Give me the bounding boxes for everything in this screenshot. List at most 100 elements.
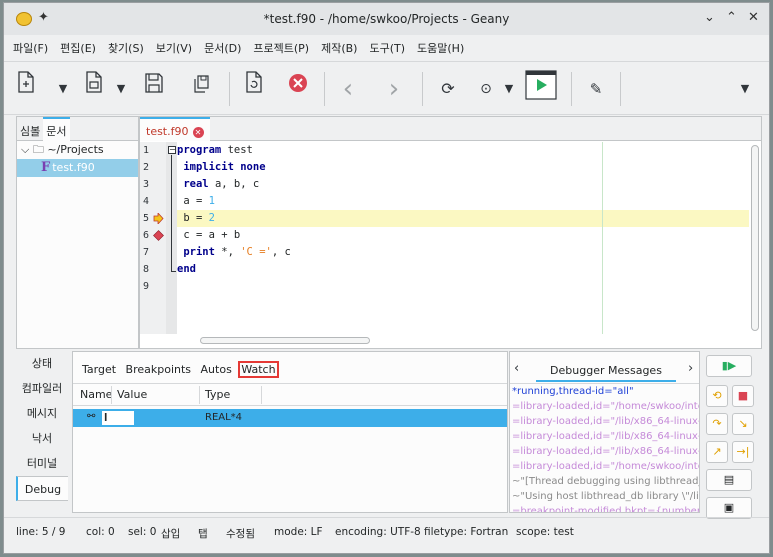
menu-file[interactable]: 파일(F): [7, 35, 54, 56]
file-label: test.f90: [52, 161, 95, 174]
tree-folder-projects[interactable]: ⌵ 🗀 ~/Projects: [17, 141, 138, 159]
debugger-message-line: =library-loaded,id="/home/swkoo/intel/c: [512, 401, 700, 412]
save-icon[interactable]: [142, 70, 166, 108]
run-icon[interactable]: [524, 70, 558, 108]
close-window-icon[interactable]: ✕: [748, 10, 759, 25]
fold-toggle-icon[interactable]: −: [168, 146, 176, 154]
debug-panel: Target Breakpoints Autos Watch Name Valu…: [72, 351, 508, 513]
column-name[interactable]: Name: [80, 388, 112, 401]
menu-project[interactable]: 프로젝트(P): [247, 35, 315, 56]
tab-target[interactable]: Target: [79, 363, 119, 376]
tab-breakpoints[interactable]: Breakpoints: [123, 363, 195, 376]
folder-label: ~/Projects: [47, 143, 104, 156]
menu-help[interactable]: 도움말(H): [411, 35, 470, 56]
debug-panel-icon[interactable]: ▤: [706, 469, 752, 491]
tab-documents[interactable]: 문서: [43, 117, 70, 141]
code-line[interactable]: program test: [177, 142, 749, 159]
editor-tabs: test.f90 ✕: [140, 117, 761, 141]
sidebar: 심볼 문서 ⌵ 🗀 ~/Projects Ftest.f90: [16, 116, 139, 349]
tree-file-test-f90[interactable]: Ftest.f90: [17, 159, 138, 177]
forward-icon[interactable]: ›: [382, 70, 406, 108]
chevron-down-icon[interactable]: ▼: [502, 70, 516, 108]
toolbar-separator: [620, 72, 621, 106]
menu-view[interactable]: 보기(V): [150, 35, 198, 56]
color-picker-icon[interactable]: ✎: [584, 70, 608, 108]
debug-terminal-icon[interactable]: ▣: [706, 497, 752, 519]
minimize-icon[interactable]: ⌄: [704, 10, 715, 25]
menu-build[interactable]: 제작(B): [315, 35, 363, 56]
maximize-icon[interactable]: ⌃: [726, 10, 737, 25]
breakpoint-icon[interactable]: [153, 230, 164, 241]
code-line[interactable]: c = a + b: [177, 227, 749, 244]
code-line[interactable]: implicit none: [177, 159, 749, 176]
toolbar-overflow-icon[interactable]: ▼: [738, 70, 752, 108]
tab-messages[interactable]: 메시지: [16, 401, 68, 426]
horizontal-scrollbar[interactable]: [200, 337, 370, 344]
tab-watch[interactable]: Watch: [238, 361, 279, 378]
step-out-icon[interactable]: ↗: [706, 441, 728, 463]
tab-symbols[interactable]: 심볼: [17, 117, 43, 141]
code-area[interactable]: program test implicit none real a, b, c …: [177, 142, 749, 334]
chevron-left-icon[interactable]: ‹: [514, 361, 519, 376]
status-col: col: 0: [86, 526, 115, 538]
toolbar-separator: [229, 72, 230, 106]
chevron-down-icon[interactable]: ▼: [56, 70, 70, 108]
status-filetype: filetype: Fortran: [424, 526, 509, 538]
save-all-icon[interactable]: [190, 70, 214, 108]
line-number[interactable]: 8: [143, 261, 163, 278]
step-over-icon[interactable]: ↷: [706, 413, 728, 435]
vertical-scrollbar[interactable]: [751, 145, 759, 331]
tab-test-f90[interactable]: test.f90 ✕: [140, 117, 210, 141]
close-file-icon[interactable]: [286, 70, 310, 108]
tab-autos[interactable]: Autos: [198, 363, 235, 376]
debugger-messages-list[interactable]: *running,thread-id="all" =library-loaded,…: [510, 384, 700, 512]
revert-file-icon[interactable]: [242, 70, 266, 108]
tab-status[interactable]: 상태: [16, 351, 68, 376]
menu-edit[interactable]: 편집(E): [54, 35, 102, 56]
line-number[interactable]: 3: [143, 176, 163, 193]
code-line[interactable]: end: [177, 261, 749, 278]
menu-search[interactable]: 찾기(S): [102, 35, 150, 56]
run-to-cursor-icon[interactable]: →|: [732, 441, 754, 463]
expand-chevron-icon[interactable]: ⌵: [21, 143, 29, 156]
code-line[interactable]: b = 2: [177, 210, 749, 227]
tab-compiler[interactable]: 컴파일러: [16, 376, 68, 401]
step-into-icon[interactable]: ↘: [732, 413, 754, 435]
debugger-message-line: ~"Using host libthread_db library \"/lib…: [512, 491, 700, 502]
watch-name-input[interactable]: 𝐈: [101, 410, 135, 426]
reload-icon[interactable]: ⟳: [436, 70, 460, 108]
code-line[interactable]: print *, 'C =', c: [177, 244, 749, 261]
code-line[interactable]: a = 1: [177, 193, 749, 210]
new-file-icon[interactable]: [14, 70, 38, 108]
chevron-right-icon[interactable]: ›: [688, 361, 693, 376]
debugger-messages-title: Debugger Messages: [536, 364, 676, 382]
chevron-down-icon[interactable]: ▼: [114, 70, 128, 108]
line-number[interactable]: 2: [143, 159, 163, 176]
line-number[interactable]: 1: [143, 142, 163, 159]
debugger-message-line: =library-loaded,id="/lib/x86_64-linux-gn…: [512, 446, 700, 457]
current-line-arrow-icon[interactable]: [153, 211, 164, 226]
build-icon[interactable]: ⊙: [474, 70, 498, 108]
code-line[interactable]: real a, b, c: [177, 176, 749, 193]
status-tab: 탭: [198, 528, 208, 540]
watch-row[interactable]: ⚯ 𝐈 REAL*4: [73, 409, 507, 427]
stop-icon[interactable]: ■: [732, 385, 754, 407]
restart-icon[interactable]: ⟲: [706, 385, 728, 407]
open-file-icon[interactable]: [82, 70, 106, 108]
line-number[interactable]: 7: [143, 244, 163, 261]
menu-tools[interactable]: 도구(T): [363, 35, 411, 56]
line-number[interactable]: 9: [143, 278, 163, 295]
tab-scribble[interactable]: 낙서: [16, 426, 68, 451]
column-value[interactable]: Value: [117, 388, 147, 401]
tab-debug[interactable]: Debug: [16, 476, 68, 501]
code-line[interactable]: [177, 278, 749, 295]
line-number[interactable]: 4: [143, 193, 163, 210]
menu-document[interactable]: 문서(D): [198, 35, 247, 56]
status-mode: mode: LF: [274, 526, 323, 538]
back-icon[interactable]: ‹: [336, 70, 360, 108]
debugger-message-line: *running,thread-id="all": [512, 386, 634, 397]
close-tab-icon[interactable]: ✕: [192, 127, 204, 138]
tab-terminal[interactable]: 터미널: [16, 451, 68, 476]
column-type[interactable]: Type: [205, 388, 230, 401]
run-continue-icon[interactable]: ▮▶: [706, 355, 752, 377]
